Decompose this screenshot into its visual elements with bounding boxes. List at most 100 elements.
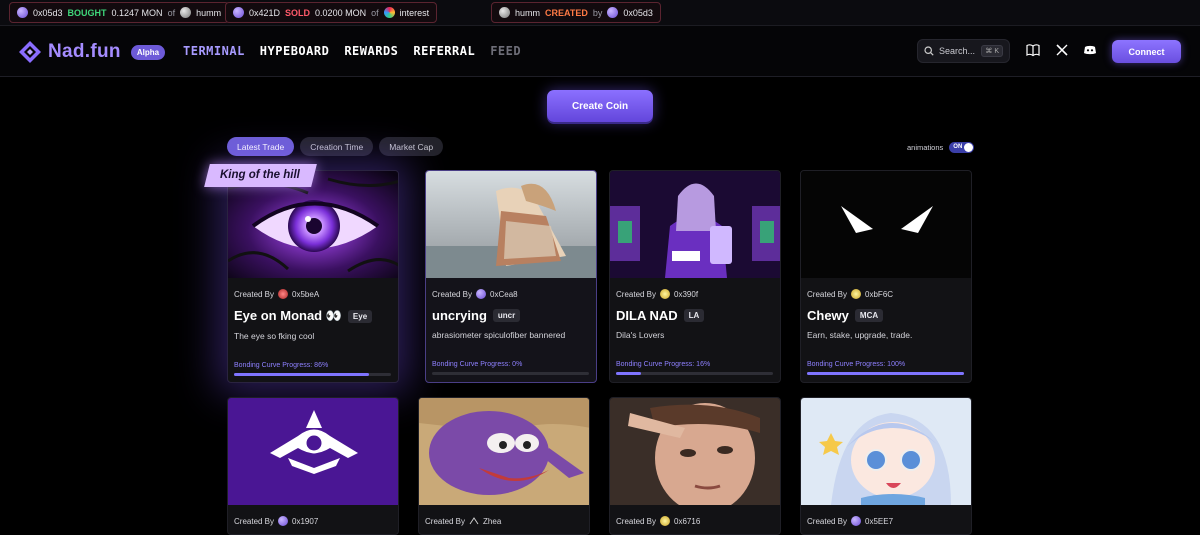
user-avatar-icon: [17, 7, 28, 18]
creator-address[interactable]: 0x1907: [292, 517, 318, 526]
tab-creation-time[interactable]: Creation Time: [300, 137, 374, 156]
alpha-badge: Alpha: [130, 44, 166, 60]
token-image: [610, 171, 780, 278]
progress-value: 86%: [314, 362, 329, 369]
ticker-address: 0x421D: [249, 7, 281, 18]
ticker-token: humm: [515, 7, 541, 18]
token-card[interactable]: Created By 0xCea8 uncrying uncr abrasiom…: [425, 170, 597, 383]
creator-address[interactable]: 0x390f: [674, 290, 698, 299]
top-header: Nad.fun Alpha TERMINAL HYPEBOARD REWARDS…: [0, 26, 1200, 77]
discord-icon[interactable]: [1083, 43, 1097, 57]
ticker-joiner: by: [592, 7, 603, 18]
progress-bar: [616, 372, 773, 375]
creator-avatar-icon: [476, 289, 487, 299]
ticker-action: CREATED: [545, 7, 588, 18]
token-card[interactable]: Created By 0x5beA Eye on Monad 👀 Eye The…: [227, 170, 399, 383]
created-by: Created By 0xCea8: [432, 289, 590, 299]
creator-address[interactable]: Zhea: [483, 517, 501, 526]
ticker-item-sell[interactable]: 0x421D SOLD 0.0200 MON of interest: [225, 2, 438, 23]
ticker-item-create[interactable]: humm CREATED by 0x05d3: [491, 2, 661, 23]
progress-fill: [616, 372, 642, 375]
token-card[interactable]: Created By Zhea: [418, 397, 590, 535]
nav-feed[interactable]: FEED: [490, 44, 521, 58]
creator-address[interactable]: 0x5beA: [292, 290, 319, 299]
search-shortcut: ⌘ K: [981, 45, 1003, 57]
progress-bar: [234, 373, 391, 376]
progress-label: Bonding Curve Progress: 16%: [616, 361, 774, 368]
creator-address[interactable]: 0x6716: [674, 517, 700, 526]
nav-referral[interactable]: REFERRAL: [413, 44, 475, 58]
progress-value: 16%: [696, 361, 711, 368]
ticker-amount: 0.0200 MON: [315, 7, 367, 18]
token-name: Chewy: [807, 308, 849, 323]
progress-label-text: Bonding Curve Progress:: [432, 361, 511, 368]
progress-fill: [234, 373, 370, 376]
created-by: Created By Zhea: [425, 516, 583, 526]
ticker-action: SOLD: [285, 7, 311, 18]
search-button[interactable]: Search... ⌘ K: [917, 39, 1010, 63]
animations-setting: animations ON: [907, 142, 975, 153]
token-card[interactable]: Created By 0x5EE7: [800, 397, 972, 535]
token-symbol: Eye: [347, 309, 373, 323]
tab-latest-trade[interactable]: Latest Trade: [227, 137, 295, 156]
token-description: Dila's Lovers: [616, 330, 665, 340]
ticker-address: 0x05d3: [623, 7, 653, 18]
creator-address[interactable]: 0x5EE7: [865, 517, 893, 526]
created-by-label: Created By: [432, 289, 473, 299]
toggle-knob: [964, 143, 974, 152]
nav-hypeboard[interactable]: HYPEBOARD: [260, 44, 330, 58]
token-image: [801, 398, 971, 505]
ticker-token: humm: [196, 7, 222, 18]
king-of-the-hill-label: King of the hill: [220, 169, 300, 181]
progress-value: 100%: [887, 361, 906, 368]
activity-ticker: 0x05d3 BOUGHT 0.1247 MON of humm 0x421D …: [0, 0, 1200, 26]
created-by: Created By 0x6716: [616, 516, 774, 526]
token-card[interactable]: Created By 0x6716: [609, 397, 781, 535]
docs-book-icon[interactable]: [1026, 43, 1040, 57]
created-by-label: Created By: [807, 289, 848, 299]
created-by-label: Created By: [425, 516, 466, 526]
nad-logo-icon: [19, 41, 41, 63]
creator-address[interactable]: 0xCea8: [490, 290, 518, 299]
created-by: Created By 0x5beA: [234, 289, 392, 299]
animations-toggle[interactable]: ON: [949, 142, 975, 153]
create-coin-button[interactable]: Create Coin: [547, 90, 653, 122]
created-by: Created By 0x1907: [234, 516, 392, 526]
creator-avatar-icon: [469, 517, 479, 525]
token-card[interactable]: Created By 0x1907: [227, 397, 399, 535]
sort-tabs: Latest Trade Creation Time Market Cap: [227, 137, 444, 156]
search-label: Search...: [939, 46, 976, 56]
connect-button[interactable]: Connect: [1112, 40, 1181, 63]
token-card[interactable]: Created By 0x390f DILA NAD LA Dila's Lov…: [609, 170, 781, 383]
logo[interactable]: Nad.fun Alpha: [18, 40, 166, 64]
toggle-state: ON: [953, 144, 963, 150]
token-avatar-icon: [499, 7, 510, 18]
creator-address[interactable]: 0xbF6C: [865, 290, 893, 299]
token-image: [228, 398, 398, 505]
animations-label: animations: [907, 143, 944, 152]
ticker-action: BOUGHT: [67, 7, 107, 18]
creator-avatar-icon: [278, 289, 289, 299]
ticker-item-buy[interactable]: 0x05d3 BOUGHT 0.1247 MON of humm: [9, 2, 230, 23]
creator-avatar-icon: [278, 516, 289, 526]
nav-rewards[interactable]: REWARDS: [344, 44, 398, 58]
token-description: abrasiometer spiculofiber bannered: [432, 330, 566, 340]
token-name: uncrying: [432, 308, 487, 323]
token-description: The eye so fking cool: [234, 331, 315, 341]
token-image: [610, 398, 780, 505]
tab-market-cap[interactable]: Market Cap: [379, 137, 444, 156]
nav-terminal[interactable]: TERMINAL: [183, 44, 245, 58]
x-twitter-icon[interactable]: [1055, 43, 1069, 57]
ticker-amount: 0.1247 MON: [111, 7, 163, 18]
progress-bar: [432, 372, 589, 375]
progress-fill: [807, 372, 964, 375]
ticker-address: 0x05d3: [33, 7, 63, 18]
progress-value: 0%: [512, 361, 523, 368]
token-name: DILA NAD: [616, 308, 678, 323]
creator-avatar-icon: [660, 289, 671, 299]
created-by-label: Created By: [616, 516, 657, 526]
token-avatar-icon: [383, 7, 395, 18]
created-by: Created By 0x390f: [616, 289, 774, 299]
main-nav: TERMINAL HYPEBOARD REWARDS REFERRAL FEED: [183, 44, 521, 58]
token-card[interactable]: Created By 0xbF6C Chewy MCA Earn, stake,…: [800, 170, 972, 383]
